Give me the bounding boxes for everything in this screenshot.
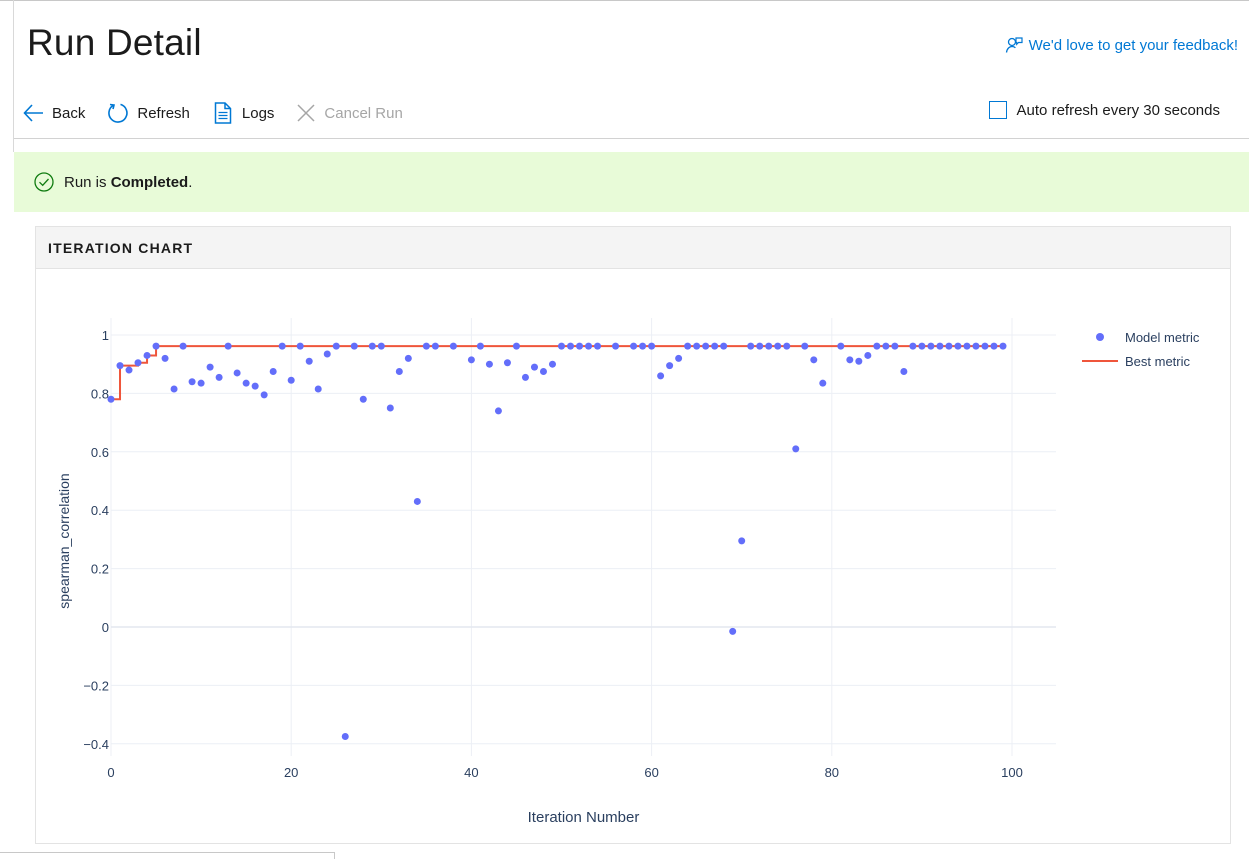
back-button[interactable]: Back [22, 102, 85, 124]
page-title: Run Detail [27, 22, 202, 63]
check-circle-icon [34, 172, 54, 192]
iteration-chart-card: ITERATION CHART [35, 226, 1231, 844]
logs-button[interactable]: Logs [212, 102, 275, 124]
status-banner: Run is Completed. [14, 152, 1249, 212]
arrow-left-icon [23, 104, 43, 122]
feedback-link[interactable]: We'd love to get your feedback! [1005, 36, 1238, 54]
status-text: Run is Completed. [64, 174, 192, 191]
refresh-icon [108, 103, 129, 123]
close-icon [297, 104, 315, 122]
document-icon [214, 102, 232, 124]
back-label: Back [52, 104, 86, 122]
refresh-label: Refresh [137, 104, 190, 122]
auto-refresh-label: Auto refresh every 30 seconds [1016, 101, 1220, 119]
bottom-border [0, 852, 335, 853]
toolbar-divider [14, 138, 1249, 139]
logs-label: Logs [241, 104, 275, 122]
refresh-button[interactable]: Refresh [107, 102, 190, 124]
command-bar: Back Refresh Logs Cancel Run [22, 97, 425, 129]
bottom-border-corner [334, 852, 335, 859]
window-left-border [13, 0, 14, 152]
window-top-border [0, 0, 1249, 1]
cancel-run-button[interactable]: Cancel Run [296, 103, 403, 123]
feedback-person-icon [1005, 37, 1023, 53]
cancel-run-label: Cancel Run [324, 104, 403, 122]
auto-refresh-checkbox[interactable] [988, 101, 1007, 119]
auto-refresh-option: Auto refresh every 30 seconds [988, 101, 1220, 119]
section-title: ITERATION CHART [36, 227, 1230, 269]
status-prefix: Run is [64, 173, 111, 191]
status-suffix: . [188, 173, 193, 191]
status-state: Completed [110, 173, 189, 191]
feedback-link-label: We'd love to get your feedback! [1028, 36, 1238, 54]
